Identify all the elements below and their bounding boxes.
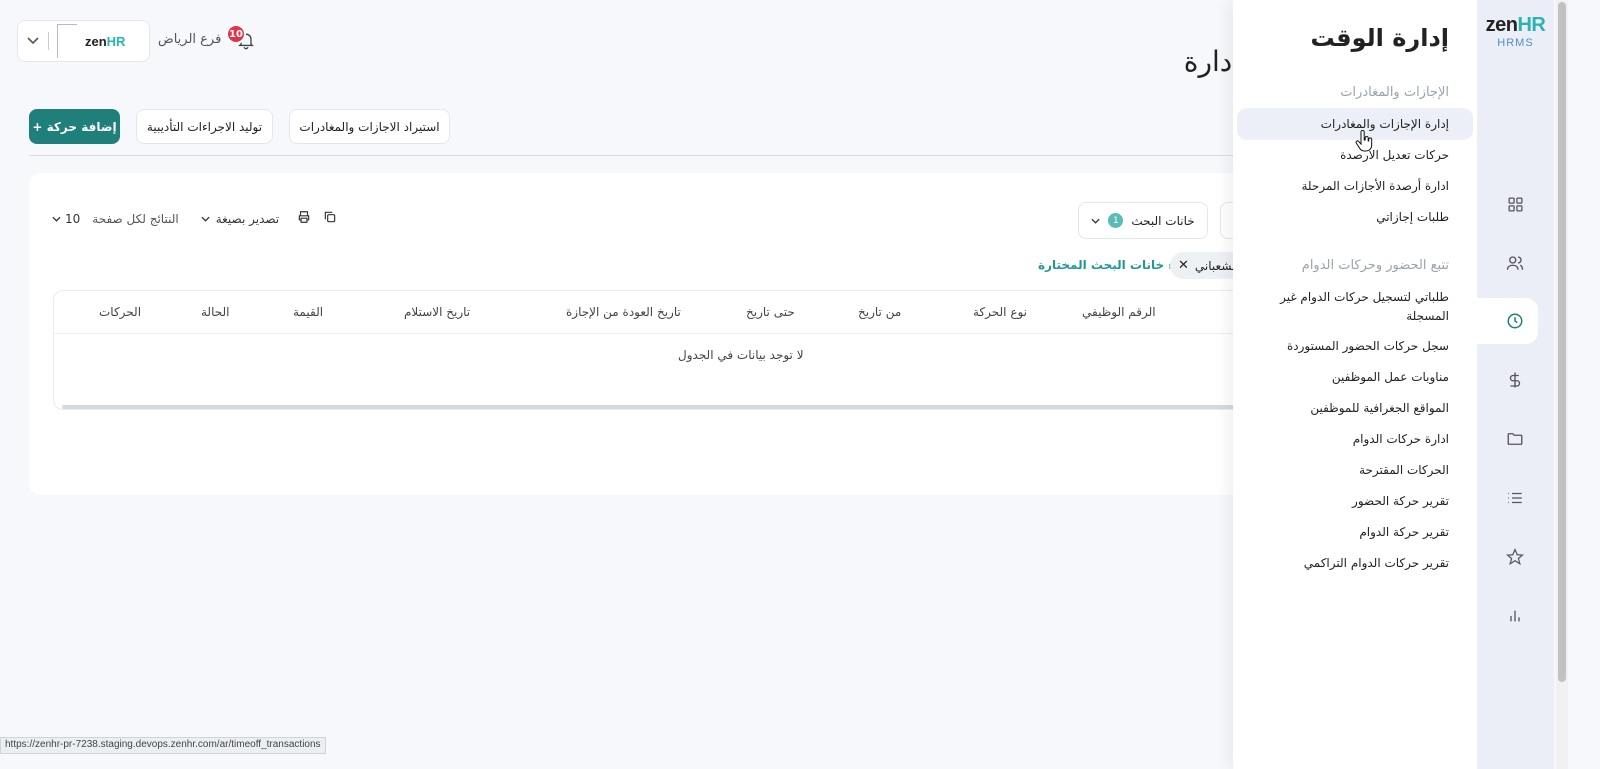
search-fields-label: خانات البحث xyxy=(1131,213,1195,228)
menu-item-shifts[interactable]: مناوبات عمل الموظفين xyxy=(1237,368,1473,387)
grid-icon[interactable] xyxy=(1505,194,1525,214)
menu-item-my-leave-requests[interactable]: طلبات إجازاتي xyxy=(1237,208,1473,227)
generate-disciplinary-button[interactable]: توليد الاجراءات التأديبية xyxy=(136,109,273,144)
column-status[interactable]: الحالة xyxy=(201,305,229,319)
avatar[interactable] xyxy=(57,24,77,58)
column-actions: الحركات xyxy=(99,305,142,319)
divider xyxy=(54,333,1260,334)
search-fields-button[interactable]: 1 خانات البحث xyxy=(1078,202,1208,239)
horizontal-scrollbar[interactable] xyxy=(62,405,1260,409)
chevron-down-icon xyxy=(201,216,210,222)
print-icon[interactable] xyxy=(297,210,311,227)
company-logo: zen HR xyxy=(85,34,125,49)
menu-item-attendance-report[interactable]: تقرير حركة الحضور xyxy=(1237,492,1473,511)
list-icon[interactable] xyxy=(1505,488,1525,508)
menu-item-carried-balances[interactable]: ادارة أرصدة الأجازات المرحلة xyxy=(1237,177,1473,196)
menu-section-attendance: تتبع الحضور وحركات الدوام xyxy=(1301,258,1449,273)
menu-item-geo-locations[interactable]: المواقع الجغرافية للموظفين xyxy=(1237,399,1473,418)
per-page-value: 10 xyxy=(65,211,81,226)
column-return-date[interactable]: تاريخ العودة من الإجازة xyxy=(566,305,681,319)
star-icon[interactable] xyxy=(1505,547,1525,567)
brand-logo[interactable]: zenHR HRMS xyxy=(1477,14,1554,49)
logo-text: zen xyxy=(85,33,107,49)
empty-table-message: لا توجد بيانات في الجدول xyxy=(678,348,804,362)
menu-item-imported-attendance[interactable]: سجل حركات الحضور المستوردة xyxy=(1237,337,1473,356)
column-transaction-type[interactable]: نوع الحركة xyxy=(973,305,1027,319)
column-to-date[interactable]: حتى تاريخ xyxy=(746,305,795,319)
menu-item-suggested-transactions[interactable]: الحركات المقترحة xyxy=(1237,461,1473,480)
time-management-menu: إدارة الوقت الإجازات والمغادرات إدارة ال… xyxy=(1233,0,1477,769)
users-icon[interactable] xyxy=(1505,253,1525,273)
status-bar-url: https://zenhr-pr-7238.staging.devops.zen… xyxy=(0,737,326,754)
column-received-date[interactable]: تاريخ الاستلام xyxy=(404,305,470,319)
per-page-label: النتائج لكل صفحة xyxy=(92,211,179,226)
table-toolbar: 10 النتائج لكل صفحة تصدير بصيغة xyxy=(52,210,337,227)
import-leaves-button[interactable]: استيراد الاجازات والمغادرات xyxy=(289,109,450,144)
chart-icon[interactable] xyxy=(1505,606,1525,626)
branch-name[interactable]: فرع الرياض xyxy=(158,32,221,47)
divider xyxy=(48,32,49,50)
folder-icon[interactable] xyxy=(1505,429,1525,449)
menu-title: إدارة الوقت xyxy=(1310,24,1449,52)
brand-subtitle: HRMS xyxy=(1497,37,1534,49)
add-transaction-button[interactable]: + إضافة حركة xyxy=(29,109,120,144)
icon-rail: zenHR HRMS xyxy=(1477,0,1554,769)
clock-icon[interactable] xyxy=(1505,311,1525,331)
logo-suffix: HR xyxy=(106,33,126,49)
cursor-hand-icon xyxy=(1355,129,1373,155)
chevron-down-icon[interactable] xyxy=(18,21,48,61)
notification-badge: 10 xyxy=(226,24,246,44)
menu-section-leaves: الإجازات والمغادرات xyxy=(1340,85,1449,100)
menu-item-cumulative-report[interactable]: تقرير حركات الدوام التراكمي xyxy=(1237,554,1473,573)
page-title: إدارة الإجازات والمغادرات xyxy=(1180,45,1240,78)
column-employee-id[interactable]: الرقم الوظيفي xyxy=(1082,305,1156,319)
menu-item-work-report[interactable]: تقرير حركة الدوام xyxy=(1237,523,1473,542)
brand-hr: HR xyxy=(1517,14,1546,36)
user-menu[interactable]: zen HR xyxy=(17,20,150,62)
chevron-down-icon xyxy=(1091,218,1100,224)
copy-icon[interactable] xyxy=(323,210,337,227)
brand-zen: zen xyxy=(1485,14,1518,36)
main-content: zenHR فرع الرياض 10 إدارة الإجازات والمغ… xyxy=(0,0,1260,769)
scrollbar-thumb[interactable] xyxy=(1558,2,1566,682)
dollar-icon[interactable] xyxy=(1505,370,1525,390)
column-from-date[interactable]: من تاريخ xyxy=(858,305,901,319)
divider xyxy=(29,155,1249,156)
chevron-down-icon xyxy=(52,216,61,222)
column-value[interactable]: القيمة xyxy=(293,305,323,319)
menu-item-attendance-management[interactable]: ادارة حركات الدوام xyxy=(1237,430,1473,449)
export-select[interactable]: تصدير بصيغة xyxy=(201,212,279,226)
menu-item-unregistered-requests[interactable]: طلباتي لتسجيل حركات الدوام غير المسجلة xyxy=(1237,288,1473,326)
per-page-select[interactable]: 10 xyxy=(52,212,80,226)
export-label: تصدير بصيغة xyxy=(215,211,280,226)
search-fields-count: 1 xyxy=(1108,213,1124,228)
close-icon[interactable]: ✕ xyxy=(1178,258,1189,273)
